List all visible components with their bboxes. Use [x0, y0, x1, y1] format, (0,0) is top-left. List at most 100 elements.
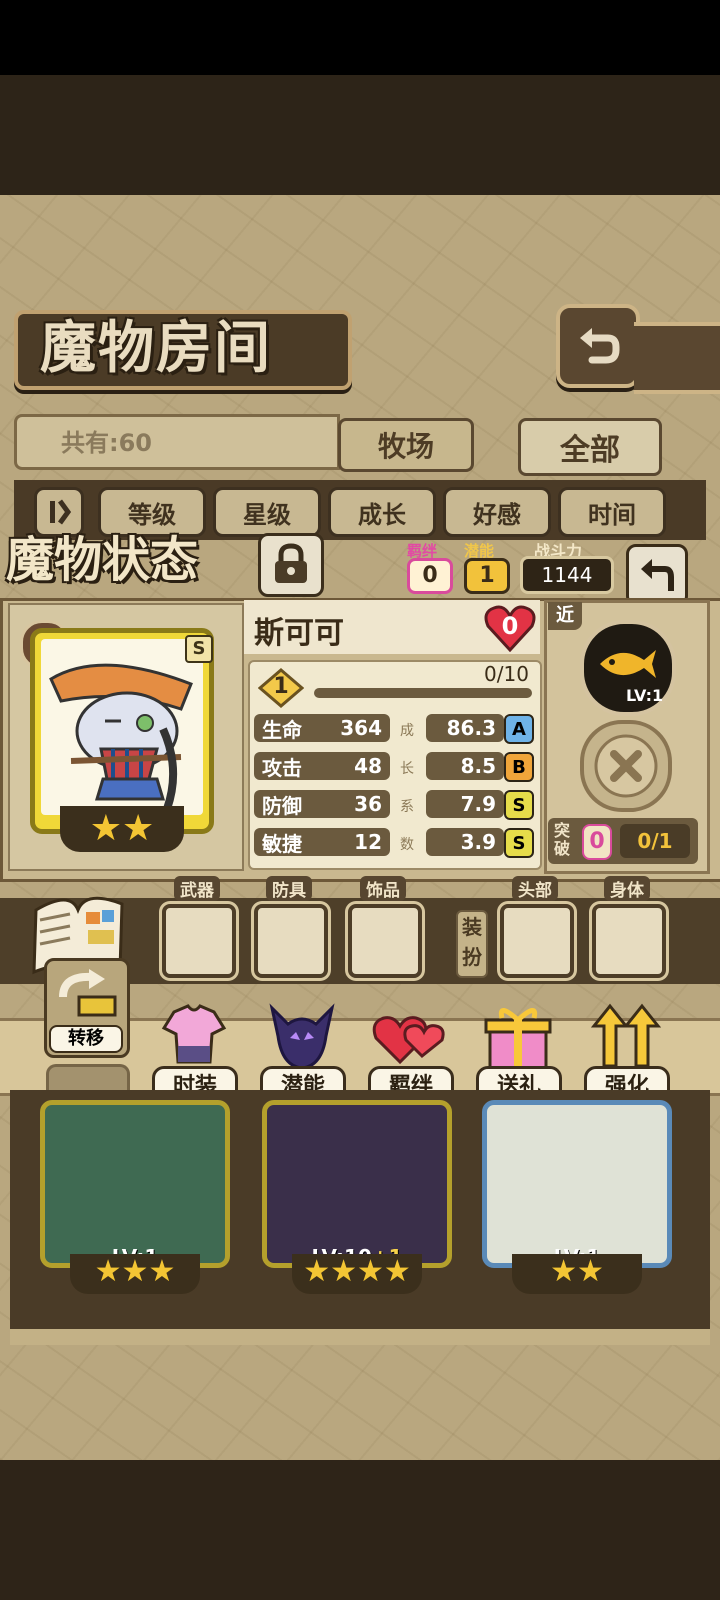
slot-label: 饰品: [360, 876, 406, 901]
breakthrough-label: 突 破: [554, 822, 570, 858]
slot-label: 武器: [174, 876, 220, 901]
stat-pill: 生命 364: [254, 714, 390, 742]
breakthrough-label-char: 突: [554, 821, 571, 840]
skill-button[interactable]: LV:1: [580, 620, 676, 716]
grid-border: [10, 1326, 710, 1345]
bond-value: 0: [407, 558, 453, 594]
card-stars-text: ★★★★: [303, 1254, 411, 1289]
bond-hearts-icon: [372, 1016, 445, 1065]
equipment-slot[interactable]: 饰品: [348, 876, 424, 980]
return-icon: [641, 559, 674, 591]
exp-text: 0/10: [484, 662, 529, 686]
monster-list-card[interactable]: LV:10+1: [262, 1100, 452, 1269]
stat-pill: 防御 36: [254, 790, 390, 818]
stat-row: 攻击 48 8.5 B: [254, 750, 534, 782]
lock-button[interactable]: [258, 533, 324, 597]
equipment-slot[interactable]: 防具: [254, 876, 330, 980]
growth-pill: 8.5: [426, 752, 504, 780]
fashion-button[interactable]: 时装: [148, 1002, 240, 1102]
stat-value: 12: [354, 830, 382, 854]
back-button[interactable]: [556, 304, 640, 388]
slot-label: 防具: [266, 876, 312, 901]
card-stars-text: ★★: [550, 1254, 604, 1289]
affection-heart[interactable]: 0: [484, 604, 536, 652]
growth-grade: S: [504, 828, 534, 858]
empty-skill-slot[interactable]: [580, 720, 672, 812]
gift-button[interactable]: 送礼: [472, 1002, 564, 1102]
potential-indicator: 潜能 1: [462, 540, 510, 594]
clothes-icon: [161, 1004, 227, 1064]
stat-pill: 攻击 48: [254, 752, 390, 780]
sort-icon: [50, 499, 72, 525]
return-icon: [580, 328, 620, 364]
tab-all[interactable]: 全部: [518, 418, 662, 476]
stat-row: 生命 364 86.3 A: [254, 712, 534, 744]
monster-list-card[interactable]: LV:1: [482, 1100, 672, 1269]
stat-value: 48: [354, 754, 382, 778]
growth-label: 成 长 系 数: [398, 712, 416, 864]
appearance-slot[interactable]: 头部: [500, 876, 576, 980]
slot-label: 头部: [512, 876, 558, 901]
growth-value: 86.3: [446, 716, 496, 740]
card-stars: ★★★: [70, 1254, 200, 1294]
sort-star[interactable]: 星级: [213, 487, 321, 537]
gift-icon: [484, 1008, 552, 1070]
monster-stars: ★★: [89, 808, 155, 849]
transfer-icon: [59, 969, 117, 1017]
enhance-button[interactable]: 强化: [580, 1002, 672, 1102]
potential-value: 1: [464, 558, 510, 594]
stat-row: 敏捷 12 3.9 S: [254, 826, 534, 858]
tab-ranch[interactable]: 牧场: [338, 418, 474, 472]
background-bottom: [0, 1460, 720, 1600]
stat-value: 364: [340, 716, 382, 740]
slot-label: 身体: [604, 876, 650, 901]
breakthrough-label-char: 破: [554, 839, 571, 858]
stat-label: 防御: [262, 793, 302, 818]
transfer-button[interactable]: 转移: [44, 958, 130, 1058]
sort-growth[interactable]: 成长: [328, 487, 436, 537]
dress-label-char: 装: [462, 915, 482, 939]
status-title: 魔物状态: [6, 532, 199, 588]
growth-label-char: 系: [400, 799, 414, 815]
growth-label-char: 数: [400, 837, 414, 853]
card-stars: ★★: [512, 1254, 642, 1294]
appearance-slot[interactable]: 身体: [592, 876, 668, 980]
growth-pill: 3.9: [426, 828, 504, 856]
level-badge: 1: [258, 668, 304, 708]
status-back-button[interactable]: [626, 544, 688, 606]
equipment-slot[interactable]: 武器: [162, 876, 238, 980]
fish-skill-icon: [600, 650, 656, 678]
title-plate: 魔物房间: [14, 310, 352, 390]
exp-bar: [314, 688, 532, 698]
growth-grade: B: [504, 752, 534, 782]
growth-grade: S: [504, 790, 534, 820]
lock-icon: [275, 543, 307, 583]
transfer-label: 转移: [49, 1025, 123, 1053]
star-plate: ★★: [60, 806, 184, 852]
breakthrough-value: 0: [582, 824, 612, 860]
power-value: 1144: [520, 556, 614, 594]
sort-time[interactable]: 时间: [558, 487, 666, 537]
stat-label: 攻击: [262, 755, 302, 780]
potential-button[interactable]: 潜能: [256, 1002, 348, 1102]
stat-value: 36: [354, 792, 382, 816]
header-plate-right: [634, 322, 720, 394]
dress-up-label: 装 扮: [456, 910, 488, 978]
bond-button[interactable]: 羁绊: [364, 1002, 456, 1102]
monster-card[interactable]: S: [30, 628, 214, 834]
slot-box: [500, 904, 574, 978]
potential-demon-icon: [269, 1003, 335, 1070]
growth-value: 3.9: [460, 830, 496, 854]
monster-list-card[interactable]: LV:1: [40, 1100, 230, 1269]
growth-grade: A: [504, 714, 534, 744]
close-icon: [594, 734, 658, 798]
page-title: 魔物房间: [40, 316, 272, 381]
growth-label-char: 长: [400, 761, 414, 777]
slot-box: [592, 904, 666, 978]
stat-label: 生命: [262, 717, 302, 742]
sort-affection[interactable]: 好感: [443, 487, 551, 537]
card-stars-text: ★★★: [94, 1254, 176, 1289]
stat-label: 敏捷: [262, 831, 302, 856]
scarecrow-monster-image: [49, 663, 193, 811]
upgrade-arrows-icon: [590, 1003, 662, 1068]
